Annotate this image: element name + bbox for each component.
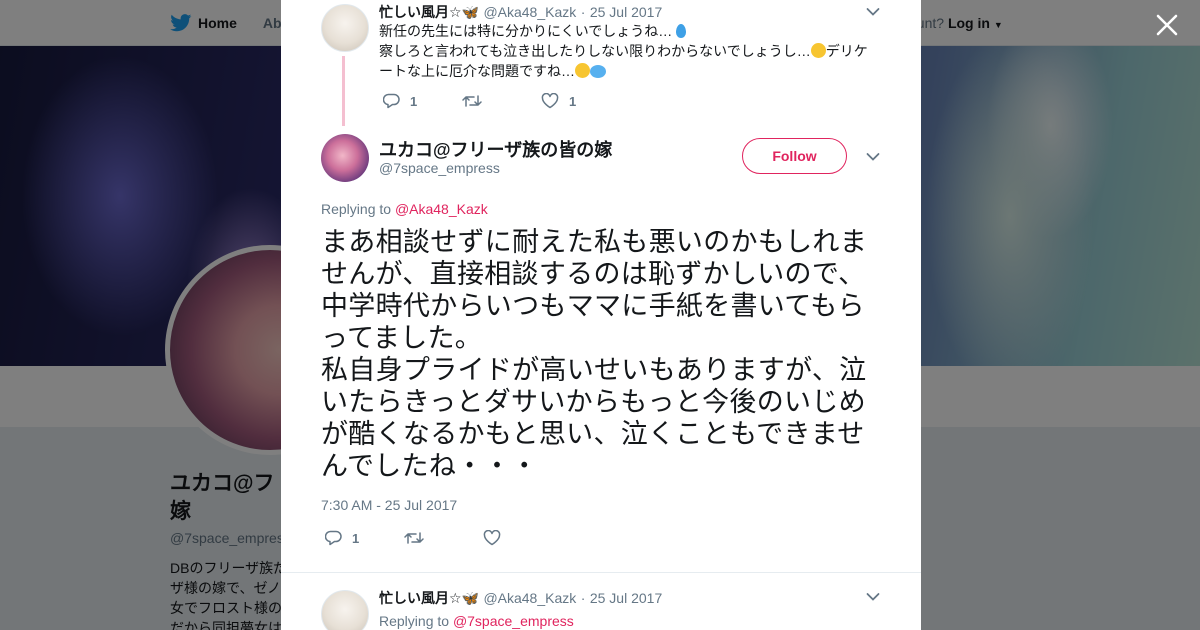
- reply-tweet-name[interactable]: 忙しい風月☆🦋: [379, 590, 479, 606]
- reply-tweet-avatar[interactable]: [321, 590, 369, 630]
- heart-icon: [541, 93, 559, 109]
- replying-prefix: Replying to: [321, 201, 392, 217]
- main-tweet-text: まあ相談せずに耐えた私も悪いのかもしれませんが、直接相談するのは恥ずかしいので、…: [321, 227, 867, 481]
- tweet-divider: [281, 572, 921, 573]
- retweet-button[interactable]: [404, 531, 483, 545]
- droplet-emoji: [676, 24, 687, 38]
- like-count: 1: [569, 93, 577, 109]
- relieved-face-emoji: [575, 63, 590, 78]
- reply-icon: [383, 93, 400, 109]
- retweet-icon: [462, 95, 482, 107]
- main-tweet-timestamp[interactable]: 7:30 AM - 25 Jul 2017: [321, 497, 457, 513]
- like-button[interactable]: [483, 530, 501, 546]
- parent-tweet-line: ートな上に厄介な問題ですね…: [379, 61, 899, 81]
- reply-count: 1: [410, 93, 418, 109]
- separator-dot: ·: [580, 590, 586, 606]
- parent-tweet-text: 新任の先生には特に分かりにくいでしょうね… 察しろと言われても泣き出したりしない…: [379, 21, 899, 81]
- parent-tweet-actions: 1 1: [383, 93, 576, 109]
- replying-to-handle[interactable]: @7space_empress: [453, 613, 574, 629]
- reply-tweet-handle[interactable]: @Aka48_Kazk: [483, 590, 576, 606]
- parent-tweet-line: 察しろと言われても泣き出したりしない限りわからないでしょうし… デリケ: [379, 43, 868, 59]
- main-tweet-actions: 1: [325, 530, 501, 546]
- retweet-icon: [404, 532, 424, 544]
- like-button[interactable]: 1: [541, 93, 576, 109]
- main-tweet-handle[interactable]: @7space_empress: [379, 160, 500, 176]
- parent-tweet-line: 新任の先生には特に分かりにくいでしょうね…: [379, 21, 899, 41]
- chevron-down-icon[interactable]: [866, 592, 880, 602]
- separator-dot: ·: [580, 4, 586, 20]
- sweat-droplets-emoji: [590, 65, 606, 78]
- follow-button[interactable]: Follow: [742, 138, 847, 174]
- retweet-button[interactable]: [462, 94, 541, 108]
- main-tweet-avatar[interactable]: [321, 134, 369, 182]
- heart-icon: [483, 530, 501, 546]
- parent-tweet-handle[interactable]: @Aka48_Kazk: [483, 4, 576, 20]
- sad-face-emoji: [810, 43, 826, 58]
- reply-tweet-date[interactable]: 25 Jul 2017: [590, 590, 662, 606]
- reply-button[interactable]: 1: [325, 530, 404, 546]
- reply-button[interactable]: 1: [383, 93, 462, 109]
- replying-prefix: Replying to: [379, 613, 450, 629]
- replying-to-handle[interactable]: @Aka48_Kazk: [395, 201, 488, 217]
- parent-tweet-name[interactable]: 忙しい風月☆🦋: [379, 4, 479, 20]
- chevron-down-icon[interactable]: [866, 7, 880, 17]
- parent-tweet-date[interactable]: 25 Jul 2017: [590, 4, 662, 20]
- close-icon[interactable]: [1154, 12, 1180, 38]
- reply-count: 1: [352, 530, 360, 546]
- chevron-down-icon[interactable]: [866, 152, 880, 162]
- thread-connector: [342, 56, 345, 126]
- reply-replying-to: Replying to @7space_empress: [379, 613, 574, 629]
- replying-to: Replying to @Aka48_Kazk: [321, 201, 488, 217]
- reply-icon: [325, 530, 342, 546]
- reply-tweet-header: 忙しい風月☆🦋 @Aka48_Kazk · 25 Jul 2017: [379, 588, 662, 608]
- parent-tweet-avatar[interactable]: [321, 4, 369, 52]
- main-tweet-name[interactable]: ユカコ@フリーザ族の皆の嫁: [379, 136, 612, 162]
- parent-tweet-header: 忙しい風月☆🦋 @Aka48_Kazk · 25 Jul 2017: [379, 2, 662, 22]
